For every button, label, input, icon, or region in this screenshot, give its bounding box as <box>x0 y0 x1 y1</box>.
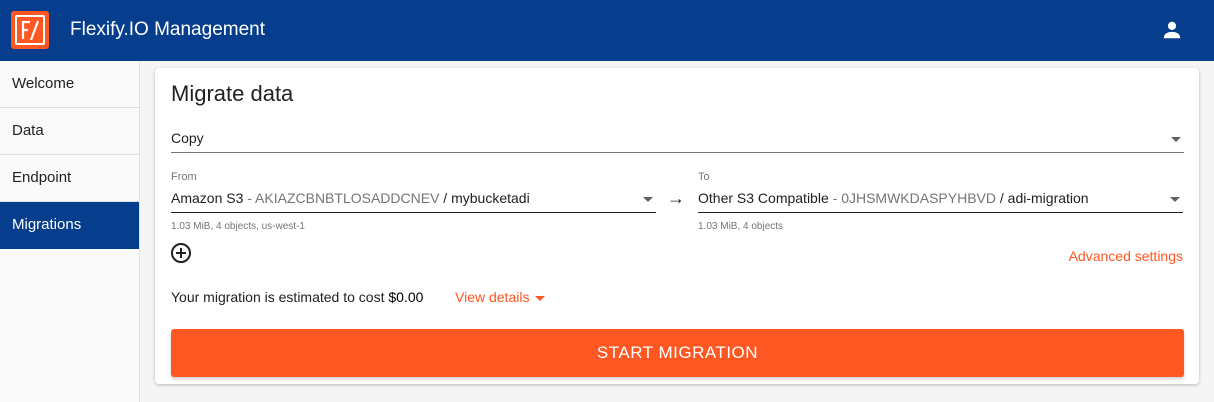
source-select[interactable]: Amazon S3 - AKIAZCBNBTLOSADDCNEV / mybuc… <box>171 184 656 213</box>
flexify-logo-icon[interactable] <box>11 11 49 49</box>
logo-glyph <box>15 15 45 45</box>
migration-mode-value: Copy <box>171 130 204 146</box>
add-circle-icon[interactable] <box>171 243 191 263</box>
destination-select[interactable]: Other S3 Compatible - 0JHSMWKDASPYHBVD /… <box>698 184 1183 213</box>
destination-info: 1.03 MiB, 4 objects <box>698 221 784 232</box>
sidebar: Welcome Data Endpoint Migrations <box>0 61 140 402</box>
source-slash: / <box>439 190 452 206</box>
user-icon[interactable] <box>1161 19 1183 41</box>
start-migration-button[interactable]: START MIGRATION <box>171 329 1184 377</box>
destination-slash: / <box>996 190 1008 206</box>
cost-estimate: Your migration is estimated to cost $0.0… <box>171 289 423 305</box>
migration-mode-select[interactable]: Copy <box>171 124 1184 153</box>
destination-bucket: adi-migration <box>1007 190 1089 206</box>
source-access-key: AKIAZCBNBTLOSADDCNEV <box>255 190 440 206</box>
app-title: Flexify.IO Management <box>70 19 266 40</box>
advanced-settings-link[interactable]: Advanced settings <box>1069 248 1183 264</box>
sidebar-item-data[interactable]: Data <box>0 108 139 155</box>
destination-provider: Other S3 Compatible <box>698 190 829 206</box>
cost-estimate-value: $0.00 <box>388 289 424 305</box>
chevron-down-icon <box>535 295 546 301</box>
to-label: To <box>698 171 710 183</box>
destination-access-key: 0JHSMWKDASPYHBVD <box>841 190 996 206</box>
source-bucket: mybucketadi <box>451 190 530 206</box>
destination-value: Other S3 Compatible - 0JHSMWKDASPYHBVD /… <box>698 190 1089 206</box>
source-provider: Amazon S3 <box>171 190 244 206</box>
cost-estimate-text: Your migration is estimated to cost <box>171 289 389 305</box>
sidebar-item-endpoint[interactable]: Endpoint <box>0 155 139 202</box>
chevron-down-icon <box>1170 197 1180 202</box>
sidebar-item-migrations[interactable]: Migrations <box>0 202 139 249</box>
source-separator: - <box>243 190 256 206</box>
sidebar-item-welcome[interactable]: Welcome <box>0 61 139 108</box>
view-details-button[interactable]: View details <box>455 289 546 305</box>
arrow-right-icon: → <box>667 188 685 208</box>
source-value: Amazon S3 - AKIAZCBNBTLOSADDCNEV / mybuc… <box>171 190 530 206</box>
migrate-data-card: Migrate data Copy From Amazon S3 - AKIAZ… <box>155 68 1199 384</box>
destination-separator: - <box>828 190 842 206</box>
chevron-down-icon <box>643 197 653 202</box>
view-details-label: View details <box>455 289 530 305</box>
top-app-bar: Flexify.IO Management <box>0 0 1214 61</box>
from-label: From <box>171 171 197 183</box>
page-title: Migrate data <box>171 81 294 106</box>
source-info: 1.03 MiB, 4 objects, us-west-1 <box>171 221 305 232</box>
chevron-down-icon <box>1171 137 1181 142</box>
